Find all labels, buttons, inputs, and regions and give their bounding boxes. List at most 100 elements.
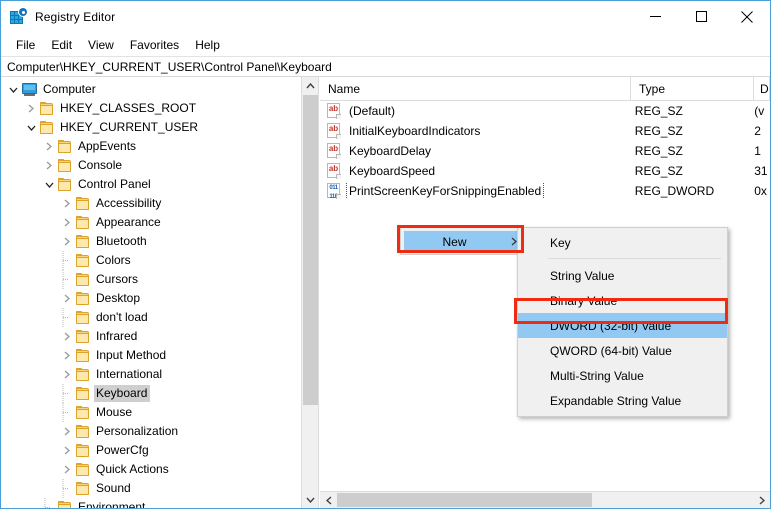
tree-node-computer[interactable]: Computer xyxy=(1,80,289,99)
tree-node-quick-actions[interactable]: Quick Actions xyxy=(1,460,289,479)
context-menu-item-binary-value[interactable]: Binary Value xyxy=(518,288,727,313)
folder-icon xyxy=(75,367,91,382)
context-menu-item-expandable-string-value[interactable]: Expandable String Value xyxy=(518,388,727,413)
tree-node-don-t-load[interactable]: don't load xyxy=(1,308,289,327)
table-row[interactable]: 011 110 PrintScreenKeyForSnippingEnabled RE… xyxy=(320,181,770,201)
value-name-cell: 011 110 PrintScreenKeyForSnippingEnabled xyxy=(320,183,627,199)
column-header-type[interactable]: Type xyxy=(631,77,754,100)
registry-editor-window: Registry Editor File Edit View Favorites… xyxy=(0,0,771,509)
context-menu-item-label: Multi-String Value xyxy=(550,368,644,383)
chevron-right-icon[interactable] xyxy=(59,441,75,460)
context-menu-item-qword-64-bit-value[interactable]: QWORD (64-bit) Value xyxy=(518,338,727,363)
tree-node-bluetooth[interactable]: Bluetooth xyxy=(1,232,289,251)
tree-scroll-down-button[interactable] xyxy=(302,491,318,508)
chevron-right-icon[interactable] xyxy=(59,232,75,251)
tree-node-powercfg[interactable]: PowerCfg xyxy=(1,441,289,460)
folder-icon xyxy=(75,386,91,401)
list-scroll-left-button[interactable] xyxy=(320,492,337,508)
tree-node-infrared[interactable]: Infrared xyxy=(1,327,289,346)
menu-edit[interactable]: Edit xyxy=(43,36,80,54)
maximize-icon xyxy=(695,11,707,22)
folder-icon xyxy=(75,443,91,458)
chevron-down-icon[interactable] xyxy=(41,175,57,194)
chevron-right-icon[interactable] xyxy=(59,460,75,479)
tree-connector xyxy=(41,498,57,508)
tree-node-sound[interactable]: Sound xyxy=(1,479,289,498)
folder-icon xyxy=(75,234,91,249)
list-header: Name Type Da xyxy=(320,77,770,101)
context-menu-item-label: Expandable String Value xyxy=(550,393,682,408)
list-horizontal-scrollbar[interactable] xyxy=(320,491,770,508)
chevron-right-icon[interactable] xyxy=(59,346,75,365)
context-menu-item-key[interactable]: Key xyxy=(518,230,727,255)
tree-scroll-thumb[interactable] xyxy=(303,95,318,405)
folder-icon xyxy=(57,177,73,192)
column-header-data[interactable]: Da xyxy=(754,77,770,100)
value-name-text: KeyboardDelay xyxy=(349,144,432,158)
tree-node-label: Appearance xyxy=(96,215,161,229)
value-data-cell: 31 xyxy=(754,164,768,178)
tree-scroll-up-button[interactable] xyxy=(302,77,318,94)
tree-node-accessibility[interactable]: Accessibility xyxy=(1,194,289,213)
chevron-right-icon[interactable] xyxy=(41,156,57,175)
tree-node-input-method[interactable]: Input Method xyxy=(1,346,289,365)
minimize-button[interactable] xyxy=(632,1,678,32)
maximize-button[interactable] xyxy=(678,1,724,32)
chevron-right-icon[interactable] xyxy=(59,194,75,213)
chevron-down-icon[interactable] xyxy=(23,118,39,137)
list-scroll-right-button[interactable] xyxy=(753,492,770,508)
tree-node-desktop[interactable]: Desktop xyxy=(1,289,289,308)
context-menu-item-multi-string-value[interactable]: Multi-String Value xyxy=(518,363,727,388)
tree-vertical-scrollbar[interactable] xyxy=(301,77,318,508)
tree-node-personalization[interactable]: Personalization xyxy=(1,422,289,441)
string-value-icon: ab xyxy=(326,143,342,159)
menu-file[interactable]: File xyxy=(8,36,43,54)
chevron-right-icon[interactable] xyxy=(59,327,75,346)
context-menu-item-new[interactable]: New xyxy=(404,231,523,252)
tree-node-label: PowerCfg xyxy=(96,443,149,457)
chevron-right-icon[interactable] xyxy=(59,422,75,441)
context-menu-item-dword-32-bit-value[interactable]: DWORD (32-bit) Value xyxy=(518,313,727,338)
menu-help[interactable]: Help xyxy=(187,36,228,54)
context-menu-item-label: QWORD (64-bit) Value xyxy=(550,343,672,358)
folder-icon xyxy=(75,348,91,363)
chevron-right-icon[interactable] xyxy=(59,213,75,232)
tree-node-label: Console xyxy=(78,158,123,172)
context-menu-item-string-value[interactable]: String Value xyxy=(518,263,727,288)
chevron-right-icon[interactable] xyxy=(23,99,39,118)
context-menu-new-label: New xyxy=(442,234,467,249)
tree-node-label: Mouse xyxy=(96,405,133,419)
tree-node-console[interactable]: Console xyxy=(1,156,289,175)
table-row[interactable]: ab InitialKeyboardIndicators REG_SZ 2 xyxy=(320,121,770,141)
tree-node-label: HKEY_CURRENT_USER xyxy=(60,120,199,134)
menu-view[interactable]: View xyxy=(80,36,122,54)
chevron-right-icon xyxy=(759,495,765,505)
tree-node-appearance[interactable]: Appearance xyxy=(1,213,289,232)
close-button[interactable] xyxy=(724,1,770,32)
value-data-cell: (v xyxy=(754,104,765,118)
tree-node-cursors[interactable]: Cursors xyxy=(1,270,289,289)
address-bar[interactable]: Computer\HKEY_CURRENT_USER\Control Panel… xyxy=(1,56,770,77)
table-row[interactable]: ab (Default) REG_SZ (v xyxy=(320,101,770,121)
tree-node-label: Input Method xyxy=(96,348,167,362)
tree-node-international[interactable]: International xyxy=(1,365,289,384)
table-row[interactable]: ab KeyboardSpeed REG_SZ 31 xyxy=(320,161,770,181)
table-row[interactable]: ab KeyboardDelay REG_SZ 1 xyxy=(320,141,770,161)
chevron-right-icon[interactable] xyxy=(59,365,75,384)
tree-node-colors[interactable]: Colors xyxy=(1,251,289,270)
tree-node-control-panel[interactable]: Control Panel xyxy=(1,175,289,194)
tree-node-appevents[interactable]: AppEvents xyxy=(1,137,289,156)
tree-node-keyboard[interactable]: Keyboard xyxy=(1,384,289,403)
menu-favorites[interactable]: Favorites xyxy=(122,36,187,54)
tree-node-hkey-current-user[interactable]: HKEY_CURRENT_USER xyxy=(1,118,289,137)
column-header-name[interactable]: Name xyxy=(320,77,631,100)
tree-node-hkey-classes-root[interactable]: HKEY_CLASSES_ROOT xyxy=(1,99,289,118)
value-type-cell: REG_SZ xyxy=(634,124,683,138)
chevron-down-icon[interactable] xyxy=(5,80,21,99)
chevron-right-icon[interactable] xyxy=(41,137,57,156)
chevron-right-icon[interactable] xyxy=(59,289,75,308)
tree-node-environment[interactable]: Environment xyxy=(1,498,289,508)
tree-node-mouse[interactable]: Mouse xyxy=(1,403,289,422)
list-scroll-thumb[interactable] xyxy=(337,493,592,507)
value-data-cell: 2 xyxy=(754,124,761,138)
